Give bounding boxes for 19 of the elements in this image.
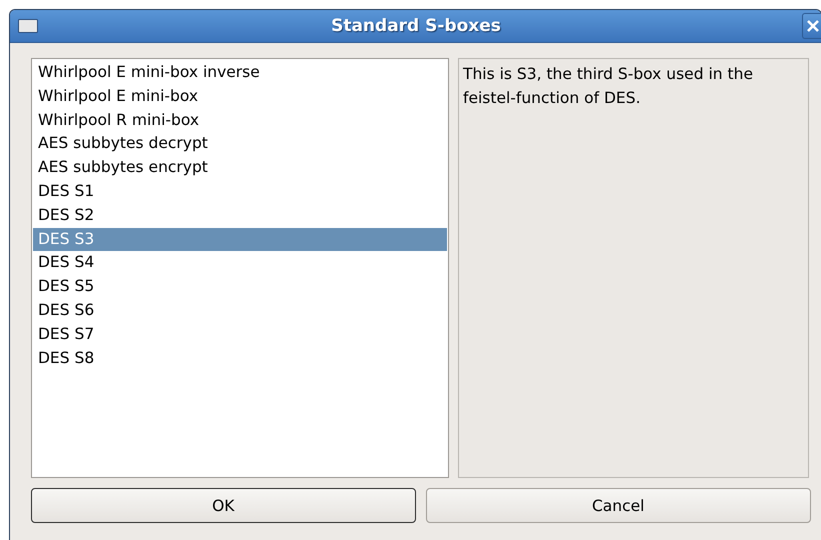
ok-button[interactable]: OK (31, 488, 416, 523)
list-item[interactable]: AES subbytes decrypt (33, 132, 447, 156)
list-item[interactable]: DES S8 (33, 346, 447, 370)
list-item[interactable]: Whirlpool R mini-box (33, 108, 447, 132)
list-item[interactable]: DES S7 (33, 322, 447, 347)
list-item[interactable]: DES S2 (33, 204, 447, 228)
list-item[interactable]: Whirlpool E mini-box (33, 84, 447, 109)
list-item[interactable]: Whirlpool E mini-box inverse (33, 61, 447, 85)
list-item[interactable]: DES S5 (33, 275, 447, 299)
cancel-button[interactable]: Cancel (426, 488, 811, 523)
description-text: This is S3, the third S-box used in the feistel-function of DES. (458, 58, 809, 478)
close-icon (806, 20, 818, 32)
list-item[interactable]: AES subbytes encrypt (33, 156, 447, 180)
list-item[interactable]: DES S6 (33, 298, 447, 323)
list-item[interactable]: DES S1 (33, 180, 447, 204)
window-menu-icon[interactable] (18, 19, 38, 33)
close-button[interactable] (802, 13, 821, 39)
list-item[interactable]: DES S4 (33, 251, 447, 276)
window-title: Standard S-boxes (331, 16, 501, 36)
